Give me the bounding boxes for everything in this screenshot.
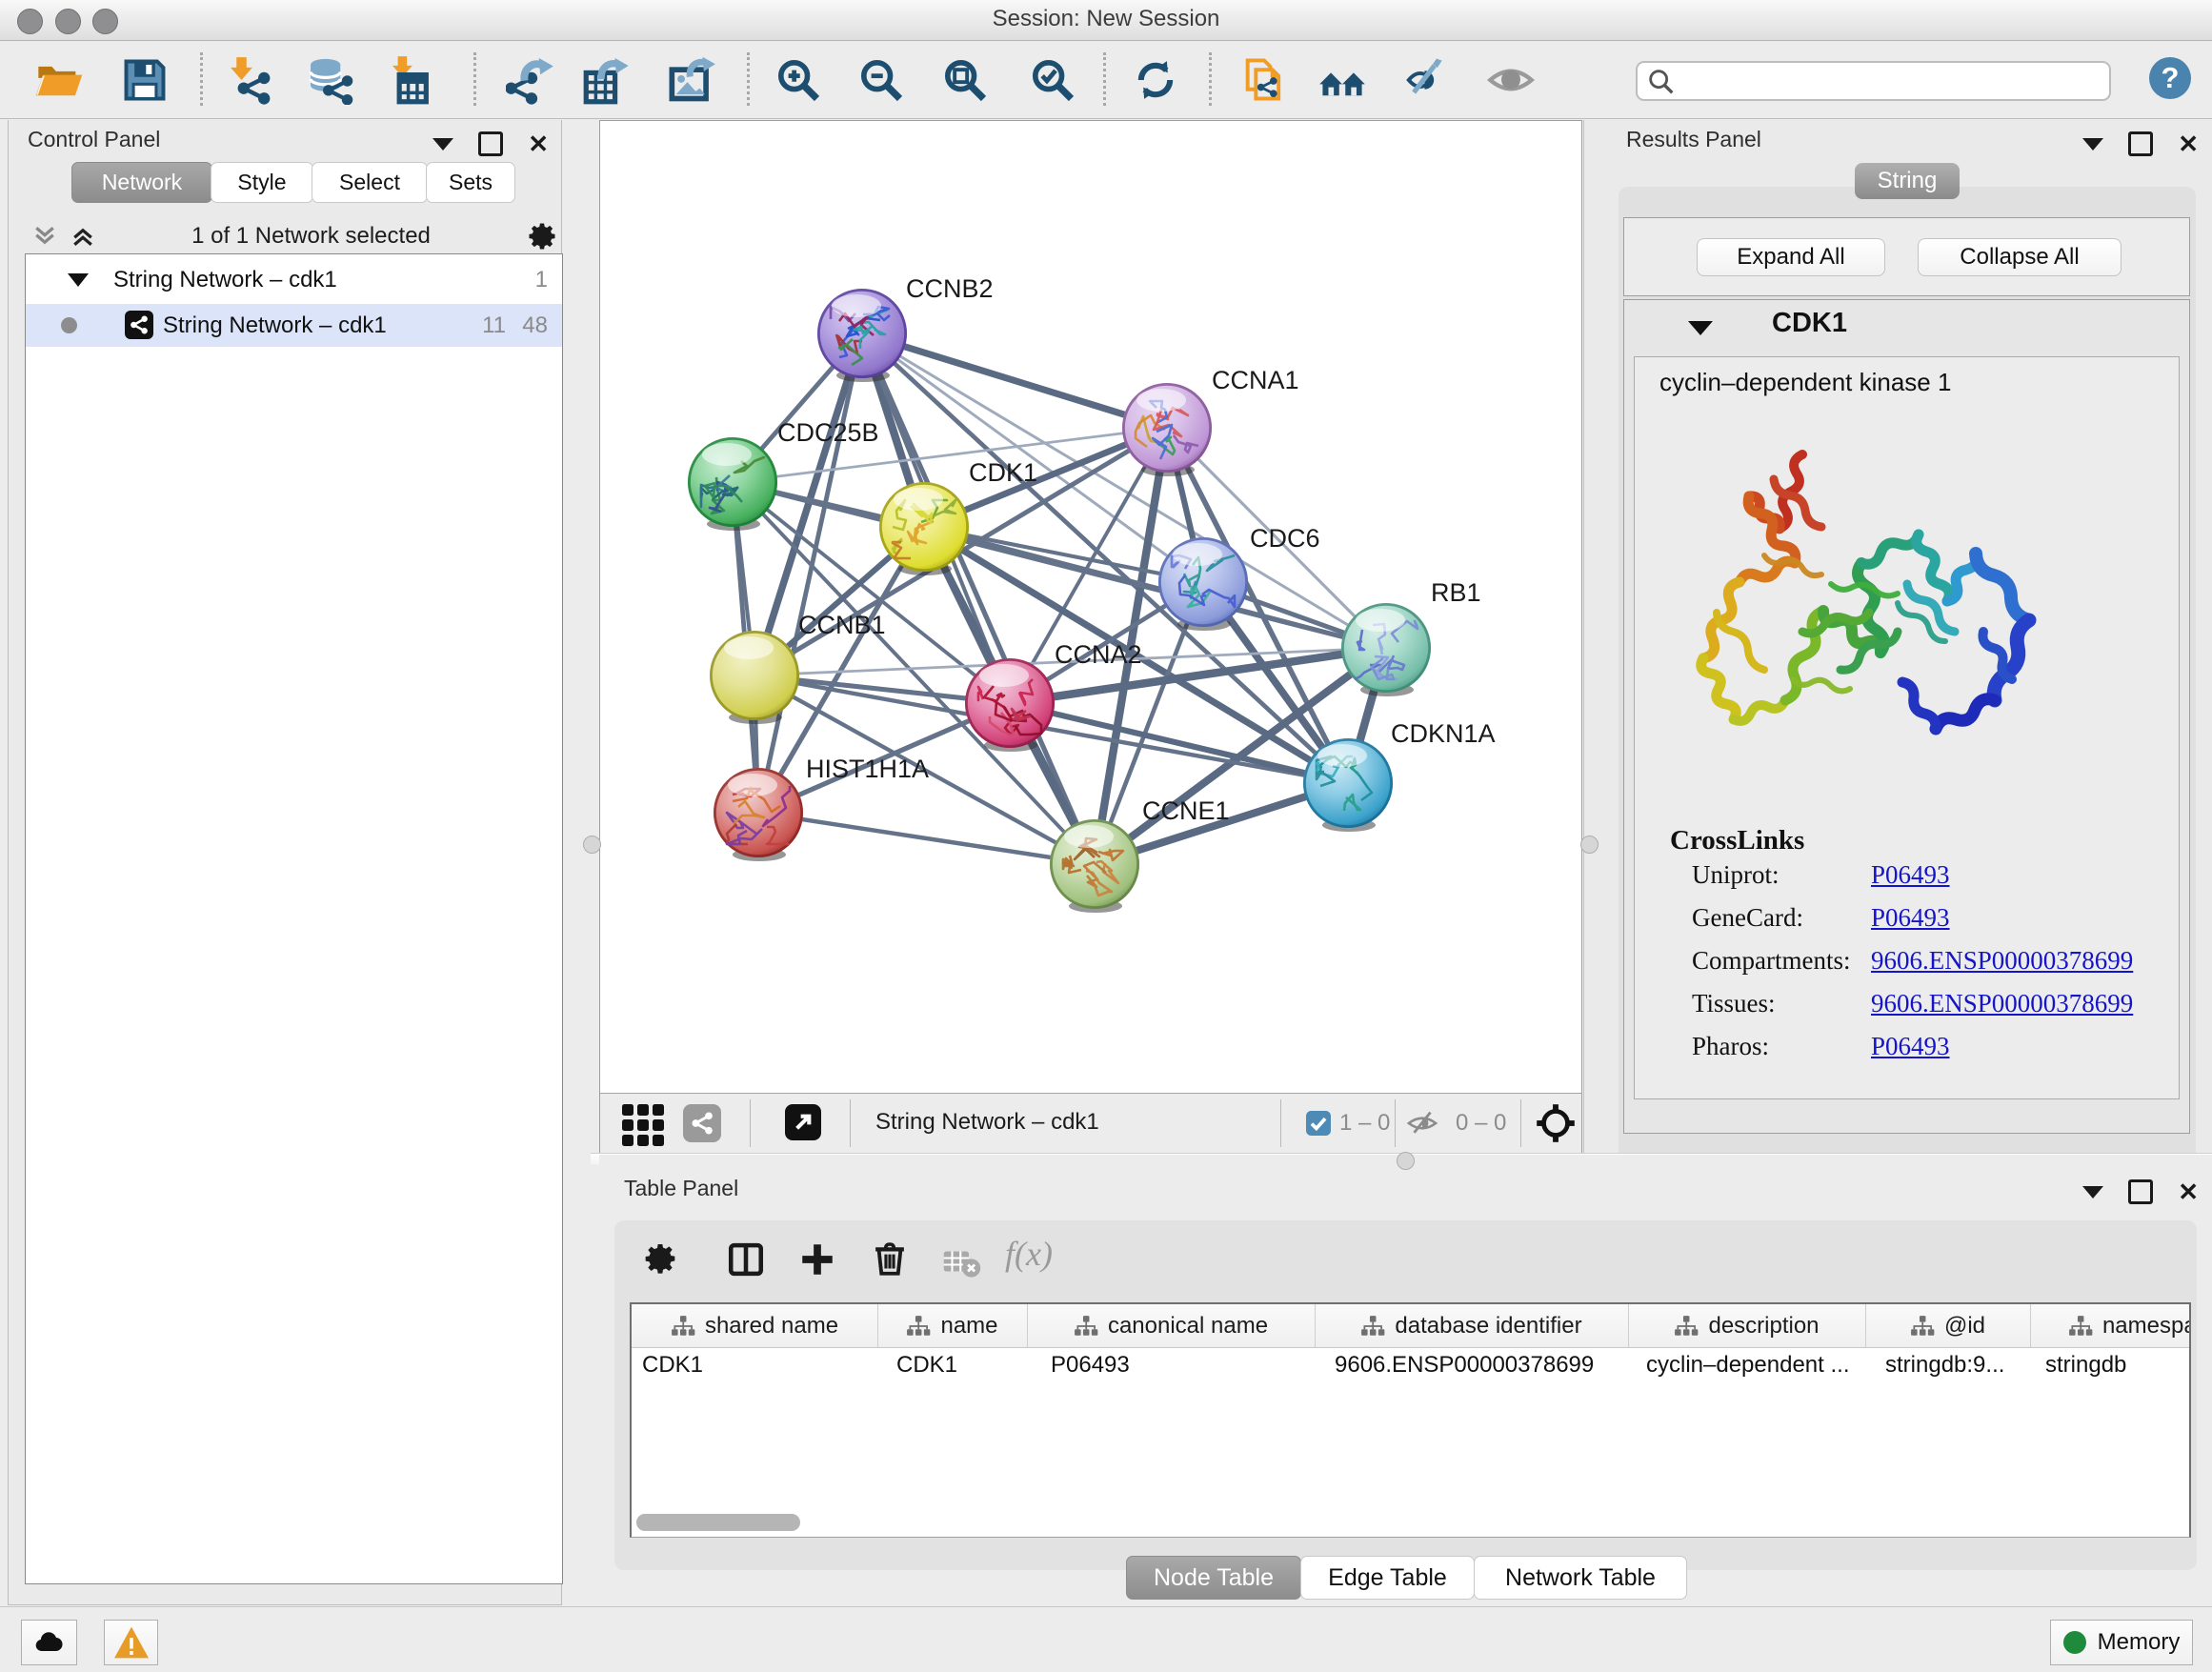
svg-text:CDC6: CDC6 (1250, 524, 1320, 553)
svg-text:CCNA2: CCNA2 (1055, 640, 1142, 669)
svg-text:HIST1H1A: HIST1H1A (806, 755, 929, 783)
svg-text:CCNA1: CCNA1 (1212, 366, 1299, 394)
svg-text:RB1: RB1 (1431, 578, 1481, 607)
svg-text:CCNB2: CCNB2 (906, 274, 994, 303)
svg-text:CDKN1A: CDKN1A (1391, 719, 1496, 748)
svg-text:CDC25B: CDC25B (777, 418, 879, 447)
svg-text:CDK1: CDK1 (969, 458, 1037, 487)
svg-text:CCNE1: CCNE1 (1142, 796, 1230, 825)
svg-text:CCNB1: CCNB1 (798, 611, 886, 639)
